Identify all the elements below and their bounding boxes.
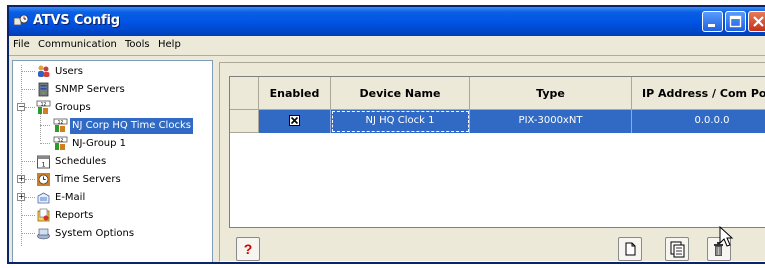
table-row-cell-enabled[interactable] [259, 110, 331, 133]
tree-item-label: Users [55, 66, 84, 77]
tree-connector [21, 71, 35, 72]
column-header-ip-address[interactable]: IP Address / Com Port [632, 77, 765, 110]
tree-connector [40, 143, 50, 144]
tree-item-label: SNMP Servers [55, 84, 125, 95]
help-button[interactable]: ? [236, 237, 260, 261]
minimize-button[interactable] [702, 11, 723, 32]
tree-item-label: Groups [55, 102, 91, 113]
menu-communication[interactable]: Communication [38, 39, 117, 50]
tree-item-label: E-Mail [55, 192, 86, 203]
system-options-icon [37, 228, 50, 240]
tree-connector [21, 233, 35, 234]
window-title: ATVS Config [33, 13, 120, 28]
tree-connector [40, 113, 41, 141]
app-window: ATVS Config File Communication Tools Hel… [7, 5, 765, 264]
group-icon: 12 [53, 136, 68, 150]
expand-groups-toggle[interactable]: − [17, 103, 25, 111]
tree-connector [21, 161, 35, 162]
maximize-button[interactable] [725, 11, 746, 32]
calendar-icon: 1 [37, 155, 50, 169]
svg-text:12: 12 [58, 119, 64, 125]
server-icon [38, 82, 49, 97]
navigation-tree[interactable]: − + + Users SNMP Servers 12 Groups 12 NJ… [12, 60, 213, 262]
checkmark-icon [290, 116, 299, 124]
tree-item-label: Time Servers [55, 174, 121, 185]
column-header-enabled[interactable]: Enabled [259, 77, 331, 110]
menu-bar: File Communication Tools Help [9, 36, 765, 56]
close-button[interactable] [748, 11, 765, 32]
new-document-icon [625, 242, 636, 256]
maximize-icon [729, 15, 742, 28]
copy-device-button[interactable] [665, 237, 689, 261]
grid-corner [230, 77, 259, 110]
group-icon: 12 [53, 118, 68, 132]
mailbox-icon [37, 192, 50, 204]
row-header[interactable] [230, 110, 259, 133]
tree-connector [25, 107, 35, 108]
tree-connector [21, 215, 35, 216]
title-bar[interactable]: ATVS Config [9, 7, 765, 36]
table-row-cell-type[interactable]: PIX-3000xNT [470, 110, 632, 133]
copy-document-icon [670, 241, 685, 258]
expand-email-toggle[interactable]: + [17, 193, 25, 201]
close-icon [753, 16, 764, 27]
new-device-button[interactable] [618, 237, 642, 261]
tree-connector [25, 197, 35, 198]
tree-item-label: NJ-Group 1 [72, 138, 127, 149]
app-icon [13, 14, 29, 26]
tree-connector [25, 179, 35, 180]
column-header-type[interactable]: Type [470, 77, 632, 110]
svg-text:12: 12 [58, 137, 64, 143]
tree-item-label: Reports [55, 210, 94, 221]
column-header-device-name[interactable]: Device Name [331, 77, 470, 110]
devices-grid[interactable]: Enabled Device Name Type IP Address / Co… [229, 76, 765, 228]
table-row-cell-device-name[interactable]: NJ HQ Clock 1 [331, 110, 470, 133]
tree-item-label: Schedules [55, 156, 107, 167]
devices-panel: Enabled Device Name Type IP Address / Co… [219, 62, 765, 262]
menu-help[interactable]: Help [158, 39, 181, 50]
svg-text:1: 1 [42, 162, 46, 169]
group-icon: 12 [36, 100, 51, 114]
expand-time-servers-toggle[interactable]: + [17, 175, 25, 183]
minimize-icon [708, 24, 715, 27]
table-row-cell-ip[interactable]: 0.0.0.0 [632, 110, 765, 133]
tree-connector [40, 125, 50, 126]
enabled-checkbox[interactable] [289, 114, 300, 126]
clock-icon [37, 173, 50, 186]
users-icon [38, 65, 50, 77]
menu-tools[interactable]: Tools [125, 39, 150, 50]
tree-item-label: NJ Corp HQ Time Clocks [70, 118, 193, 134]
menu-file[interactable]: File [13, 39, 30, 50]
reports-icon [37, 208, 50, 222]
tree-item-label: System Options [55, 228, 135, 239]
mouse-pointer-icon [719, 226, 734, 247]
tree-connector [21, 89, 35, 90]
tree-connector [21, 65, 22, 246]
svg-text:12: 12 [41, 101, 47, 107]
